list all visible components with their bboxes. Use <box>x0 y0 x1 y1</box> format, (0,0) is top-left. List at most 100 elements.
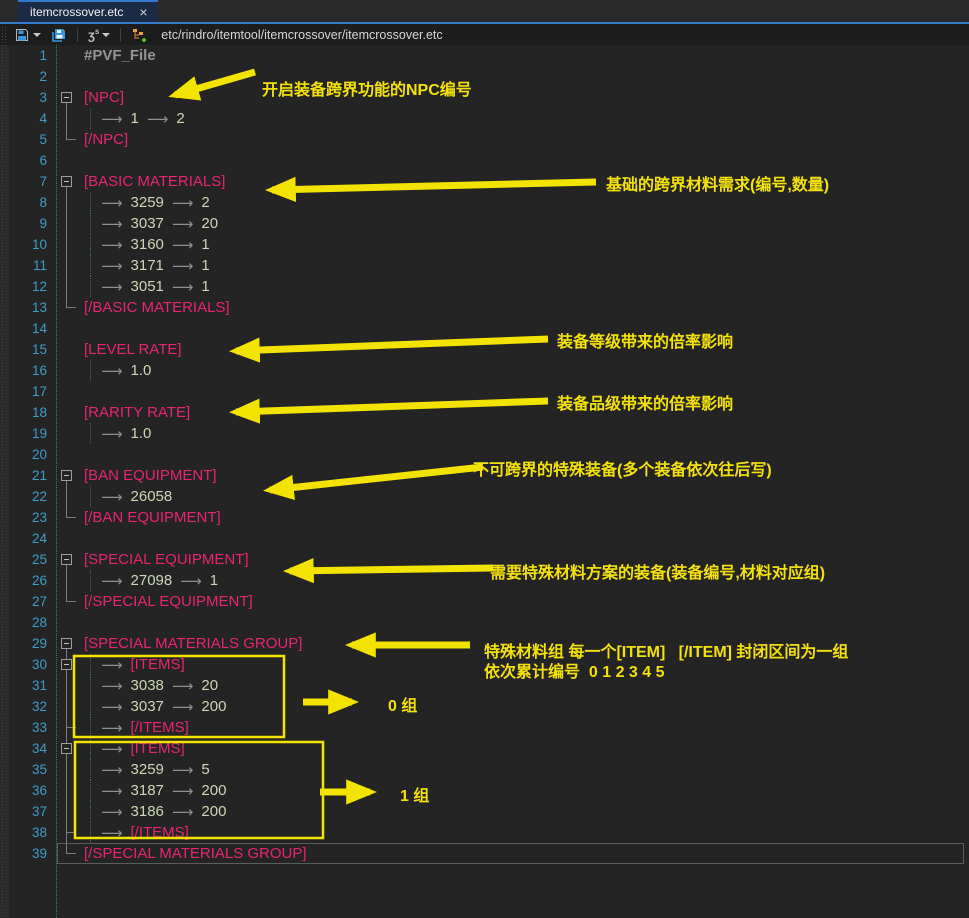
line-number[interactable]: 17 <box>0 384 47 399</box>
line-number[interactable]: 28 <box>0 615 47 630</box>
line-number[interactable]: 37 <box>0 804 47 819</box>
code-line-1[interactable]: 1 #PVF_File <box>0 45 969 66</box>
code-line-27[interactable]: 27 [/SPECIAL EQUIPMENT] <box>0 591 969 612</box>
line-number[interactable]: 39 <box>0 846 47 861</box>
line-number[interactable]: 8 <box>0 195 47 210</box>
line-number[interactable]: 9 <box>0 216 47 231</box>
line-number[interactable]: 20 <box>0 447 47 462</box>
line-number[interactable]: 14 <box>0 321 47 336</box>
line-number[interactable]: 18 <box>0 405 47 420</box>
code-line-39[interactable]: 39 [/SPECIAL MATERIALS GROUP] <box>0 843 969 864</box>
code-text[interactable]: ⟶[ITEMS] <box>90 654 185 675</box>
fold-collapse-icon[interactable] <box>61 554 72 565</box>
code-text[interactable]: [SPECIAL MATERIALS GROUP] <box>78 633 302 654</box>
code-line-15[interactable]: 15 [LEVEL RATE] <box>0 339 969 360</box>
line-number[interactable]: 4 <box>0 111 47 126</box>
code-line-37[interactable]: 37 ⟶3186⟶200 <box>0 801 969 822</box>
line-number[interactable]: 25 <box>0 552 47 567</box>
code-line-11[interactable]: 11 ⟶3171⟶1 <box>0 255 969 276</box>
code-text[interactable]: ⟶3037⟶20 <box>90 213 226 234</box>
line-number[interactable]: 23 <box>0 510 47 525</box>
code-text[interactable]: [NPC] <box>78 87 124 108</box>
code-line-18[interactable]: 18[RARITY RATE] <box>0 402 969 423</box>
line-number[interactable]: 6 <box>0 153 47 168</box>
code-text[interactable]: ⟶3259⟶5 <box>90 759 218 780</box>
fold-collapse-icon[interactable] <box>61 743 72 754</box>
code-text[interactable]: ⟶3187⟶200 <box>90 780 234 801</box>
code-line-14[interactable]: 14 <box>0 318 969 339</box>
save-button[interactable] <box>12 25 43 44</box>
code-text[interactable] <box>78 66 84 87</box>
line-number[interactable]: 22 <box>0 489 47 504</box>
code-line-17[interactable]: 17 <box>0 381 969 402</box>
code-text[interactable]: #PVF_File <box>78 45 156 66</box>
code-text[interactable] <box>78 612 84 633</box>
fold-collapse-icon[interactable] <box>61 92 72 103</box>
line-number[interactable]: 33 <box>0 720 47 735</box>
line-number[interactable]: 16 <box>0 363 47 378</box>
code-line-38[interactable]: 38⟶[/ITEMS] <box>0 822 969 843</box>
tab-itemcrossover[interactable]: itemcrossover.etc × <box>18 0 158 22</box>
line-number[interactable]: 11 <box>0 258 47 273</box>
code-line-33[interactable]: 33 ⟶[/ITEMS] <box>0 717 969 738</box>
format-button[interactable]: ʒs <box>86 25 112 44</box>
code-text[interactable]: ⟶3160⟶1 <box>90 234 218 255</box>
code-text[interactable] <box>78 444 84 465</box>
code-text[interactable]: [/SPECIAL EQUIPMENT] <box>78 591 253 612</box>
line-number[interactable]: 3 <box>0 90 47 105</box>
fold-collapse-icon[interactable] <box>61 659 72 670</box>
code-line-32[interactable]: 32⟶3037⟶200 <box>0 696 969 717</box>
line-number[interactable]: 35 <box>0 762 47 777</box>
code-line-22[interactable]: 22⟶26058 <box>0 486 969 507</box>
code-text[interactable]: ⟶[/ITEMS] <box>90 717 189 738</box>
code-text[interactable]: ⟶3171⟶1 <box>90 255 218 276</box>
line-number[interactable]: 7 <box>0 174 47 189</box>
breadcrumb-path[interactable]: etc/rindro/itemtool/itemcrossover/itemcr… <box>161 28 442 42</box>
close-icon[interactable]: × <box>139 5 147 19</box>
code-line-9[interactable]: 9 ⟶3037⟶20 <box>0 213 969 234</box>
line-number[interactable]: 36 <box>0 783 47 798</box>
code-line-24[interactable]: 24 <box>0 528 969 549</box>
code-text[interactable]: [LEVEL RATE] <box>78 339 182 360</box>
code-text[interactable] <box>78 528 84 549</box>
line-number[interactable]: 29 <box>0 636 47 651</box>
line-number[interactable]: 1 <box>0 48 47 63</box>
line-number[interactable]: 26 <box>0 573 47 588</box>
line-number[interactable]: 12 <box>0 279 47 294</box>
code-line-28[interactable]: 28 <box>0 612 969 633</box>
line-number[interactable]: 19 <box>0 426 47 441</box>
line-number[interactable]: 31 <box>0 678 47 693</box>
code-text[interactable]: ⟶[ITEMS] <box>90 738 185 759</box>
code-text[interactable]: ⟶1⟶2 <box>90 108 193 129</box>
code-text[interactable]: ⟶3186⟶200 <box>90 801 234 822</box>
add-node-button[interactable] <box>129 25 149 44</box>
code-text[interactable]: [SPECIAL EQUIPMENT] <box>78 549 248 570</box>
code-text[interactable]: ⟶27098⟶1 <box>90 570 226 591</box>
code-text[interactable]: [/SPECIAL MATERIALS GROUP] <box>78 843 307 864</box>
code-text[interactable]: ⟶[/ITEMS] <box>90 822 189 843</box>
code-line-23[interactable]: 23[/BAN EQUIPMENT] <box>0 507 969 528</box>
code-line-3[interactable]: 3 [NPC] <box>0 87 969 108</box>
code-line-36[interactable]: 36 ⟶3187⟶200 <box>0 780 969 801</box>
code-line-6[interactable]: 6 <box>0 150 969 171</box>
code-line-4[interactable]: 4 ⟶1⟶2 <box>0 108 969 129</box>
code-text[interactable]: ⟶3037⟶200 <box>90 696 234 717</box>
line-number[interactable]: 10 <box>0 237 47 252</box>
code-line-10[interactable]: 10 ⟶3160⟶1 <box>0 234 969 255</box>
code-line-34[interactable]: 34⟶[ITEMS] <box>0 738 969 759</box>
line-number[interactable]: 5 <box>0 132 47 147</box>
code-text[interactable]: ⟶3038⟶20 <box>90 675 226 696</box>
fold-collapse-icon[interactable] <box>61 470 72 481</box>
toolbar-grip[interactable] <box>1 27 7 43</box>
line-number[interactable]: 27 <box>0 594 47 609</box>
code-text[interactable]: ⟶1.0 <box>90 360 159 381</box>
fold-collapse-icon[interactable] <box>61 176 72 187</box>
code-line-13[interactable]: 13[/BASIC MATERIALS] <box>0 297 969 318</box>
code-text[interactable]: [BAN EQUIPMENT] <box>78 465 217 486</box>
line-number[interactable]: 2 <box>0 69 47 84</box>
code-text[interactable] <box>78 318 84 339</box>
code-text[interactable]: ⟶3051⟶1 <box>90 276 218 297</box>
line-number[interactable]: 15 <box>0 342 47 357</box>
fold-collapse-icon[interactable] <box>61 638 72 649</box>
code-line-5[interactable]: 5[/NPC] <box>0 129 969 150</box>
